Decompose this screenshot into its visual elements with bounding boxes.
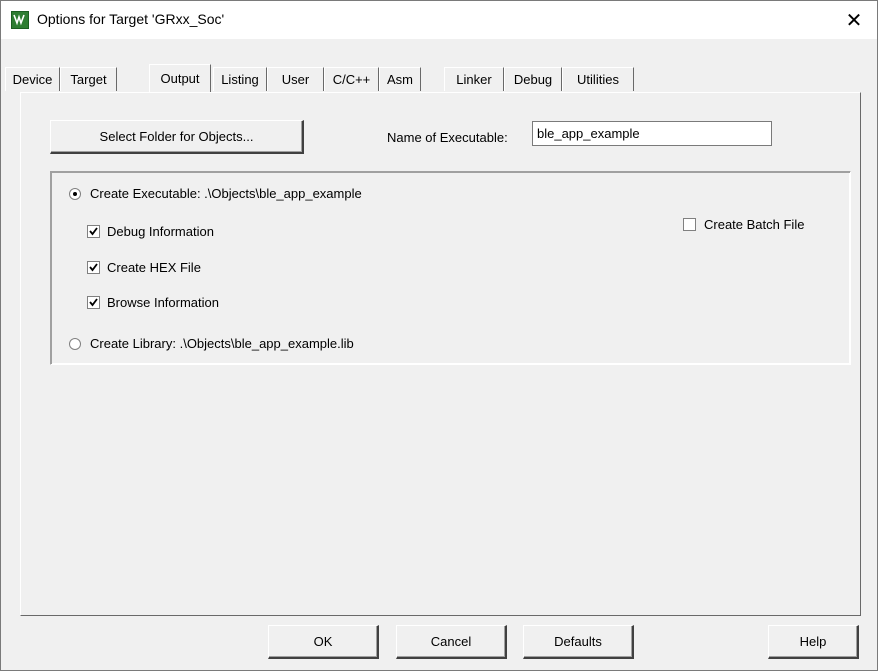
tab-c-cpp[interactable]: C/C++: [324, 67, 379, 91]
tab-device[interactable]: Device: [5, 67, 60, 91]
create-batch-file-checkbox[interactable]: [683, 218, 696, 231]
browse-information-checkbox[interactable]: [87, 296, 100, 309]
tab-listing[interactable]: Listing: [213, 67, 267, 91]
options-dialog: Options for Target 'GRxx_Soc' ✕ Device T…: [0, 0, 878, 671]
name-of-executable-label: Name of Executable:: [387, 130, 508, 145]
browse-information-label: Browse Information: [107, 295, 219, 310]
title-bar: Options for Target 'GRxx_Soc' ✕: [1, 1, 877, 39]
window-title: Options for Target 'GRxx_Soc': [37, 11, 225, 27]
name-of-executable-input[interactable]: [532, 121, 772, 146]
check-icon: [89, 263, 98, 272]
ok-button[interactable]: OK: [268, 625, 379, 659]
create-hex-file-label: Create HEX File: [107, 260, 201, 275]
tab-target[interactable]: Target: [60, 67, 117, 91]
tab-asm[interactable]: Asm: [379, 67, 421, 91]
select-folder-button[interactable]: Select Folder for Objects...: [50, 120, 304, 154]
check-icon: [89, 298, 98, 307]
tab-debug[interactable]: Debug: [504, 67, 562, 91]
defaults-button[interactable]: Defaults: [523, 625, 634, 659]
tab-linker[interactable]: Linker: [444, 67, 504, 91]
tab-output[interactable]: Output: [149, 64, 211, 92]
create-executable-radio[interactable]: [69, 188, 81, 200]
check-icon: [89, 227, 98, 236]
debug-information-label: Debug Information: [107, 224, 214, 239]
radio-selected-dot: [73, 192, 77, 196]
tab-user[interactable]: User: [267, 67, 324, 91]
create-library-label: Create Library: .\Objects\ble_app_exampl…: [90, 336, 354, 351]
cancel-button[interactable]: Cancel: [396, 625, 507, 659]
create-library-radio[interactable]: [69, 338, 81, 350]
help-button[interactable]: Help: [768, 625, 859, 659]
create-executable-label: Create Executable: .\Objects\ble_app_exa…: [90, 186, 362, 201]
close-icon[interactable]: ✕: [831, 1, 877, 39]
debug-information-checkbox[interactable]: [87, 225, 100, 238]
create-hex-file-checkbox[interactable]: [87, 261, 100, 274]
keil-uvision-icon: [11, 11, 29, 29]
create-batch-file-label: Create Batch File: [704, 217, 805, 232]
tab-utilities[interactable]: Utilities: [562, 67, 634, 91]
